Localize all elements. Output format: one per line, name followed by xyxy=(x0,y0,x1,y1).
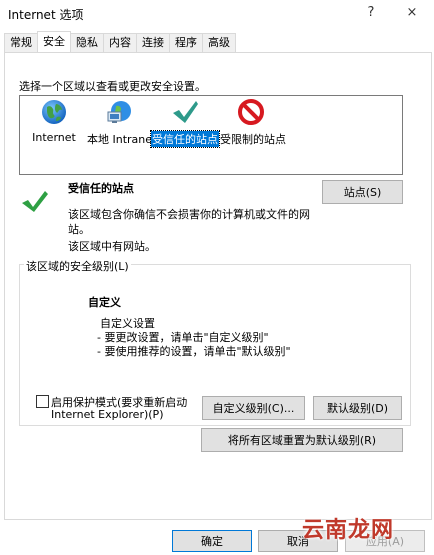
tab-privacy[interactable]: 隐私 xyxy=(70,33,104,52)
sites-button[interactable]: 站点(S) xyxy=(322,180,403,204)
zone-label-trusted-sites: 受信任的站点 xyxy=(150,130,220,148)
tab-bar: 常规 安全 隐私 内容 连接 程序 高级 xyxy=(4,31,236,53)
zone-internet[interactable]: Internet xyxy=(30,98,78,144)
globe-icon xyxy=(42,100,66,124)
default-level-button[interactable]: 默认级别(D) xyxy=(313,396,402,420)
help-button[interactable]: ? xyxy=(357,2,385,24)
tab-general[interactable]: 常规 xyxy=(4,33,38,52)
security-level-legend: 该区域的安全级别(L) xyxy=(24,258,131,274)
custom-level-button[interactable]: 自定义级别(C)... xyxy=(202,396,305,420)
zone-info-note: 该区域中有网站。 xyxy=(68,240,156,253)
zone-label-local-intranet: 本地 Intranet xyxy=(87,133,157,146)
security-level-title: 自定义 xyxy=(88,296,121,309)
tab-advanced[interactable]: 高级 xyxy=(202,33,236,52)
trusted-check-icon xyxy=(22,191,48,212)
zone-info-desc-line2: 站。 xyxy=(68,223,90,236)
zone-label-internet: Internet xyxy=(32,131,76,144)
protected-mode-checkbox[interactable] xyxy=(36,395,49,408)
ok-button[interactable]: 确定 xyxy=(172,530,252,552)
no-entry-icon xyxy=(238,99,264,125)
security-level-line3: - 要使用推荐的设置，请单击"默认级别" xyxy=(97,345,291,358)
window-title: Internet 选项 xyxy=(8,8,84,22)
checkmark-icon xyxy=(173,101,198,123)
computer-network-icon xyxy=(107,101,131,123)
zone-local-intranet[interactable]: 本地 Intranet xyxy=(86,98,156,147)
reset-all-zones-button[interactable]: 将所有区域重置为默认级别(R) xyxy=(201,428,403,452)
protected-mode-label-line2: Internet Explorer)(P) xyxy=(51,408,164,421)
zone-label-restricted-sites: 受限制的站点 xyxy=(220,133,286,146)
watermark-text: 云南龙网 xyxy=(302,518,395,543)
tab-content[interactable]: 内容 xyxy=(103,33,137,52)
zone-info-desc-line1: 该区域包含你确信不会损害你的计算机或文件的网 xyxy=(68,208,310,221)
close-button[interactable]: × xyxy=(398,2,426,24)
tab-programs[interactable]: 程序 xyxy=(169,33,203,52)
zone-info-title: 受信任的站点 xyxy=(68,182,134,195)
zone-prompt: 选择一个区域以查看或更改安全设置。 xyxy=(19,80,206,93)
tab-connections[interactable]: 连接 xyxy=(136,33,170,52)
zone-restricted-sites[interactable]: 受限制的站点 xyxy=(219,98,286,147)
zone-trusted-sites[interactable]: 受信任的站点 xyxy=(150,98,220,148)
tab-security[interactable]: 安全 xyxy=(37,31,71,52)
